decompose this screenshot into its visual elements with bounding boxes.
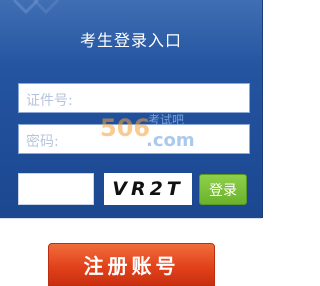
corner-decoration bbox=[12, 0, 60, 15]
login-panel: 考生登录入口 证件号: 密码: 506 考试吧 .com VR2T 登录 bbox=[0, 0, 263, 218]
watermark-brand: 考试吧 bbox=[148, 112, 184, 127]
captcha-input[interactable] bbox=[18, 173, 94, 205]
divider bbox=[0, 218, 262, 219]
id-number-label: 证件号: bbox=[26, 93, 73, 109]
register-button[interactable]: 注册账号 bbox=[48, 243, 215, 286]
watermark-domain: .com bbox=[146, 130, 195, 151]
login-button[interactable]: 登录 bbox=[199, 174, 247, 205]
password-label: 密码: bbox=[26, 134, 59, 150]
captcha-image[interactable]: VR2T bbox=[104, 173, 192, 205]
watermark-logo: 506 考试吧 .com bbox=[100, 112, 195, 151]
panel-title: 考生登录入口 bbox=[79, 31, 182, 50]
watermark-number: 506 bbox=[100, 114, 150, 142]
